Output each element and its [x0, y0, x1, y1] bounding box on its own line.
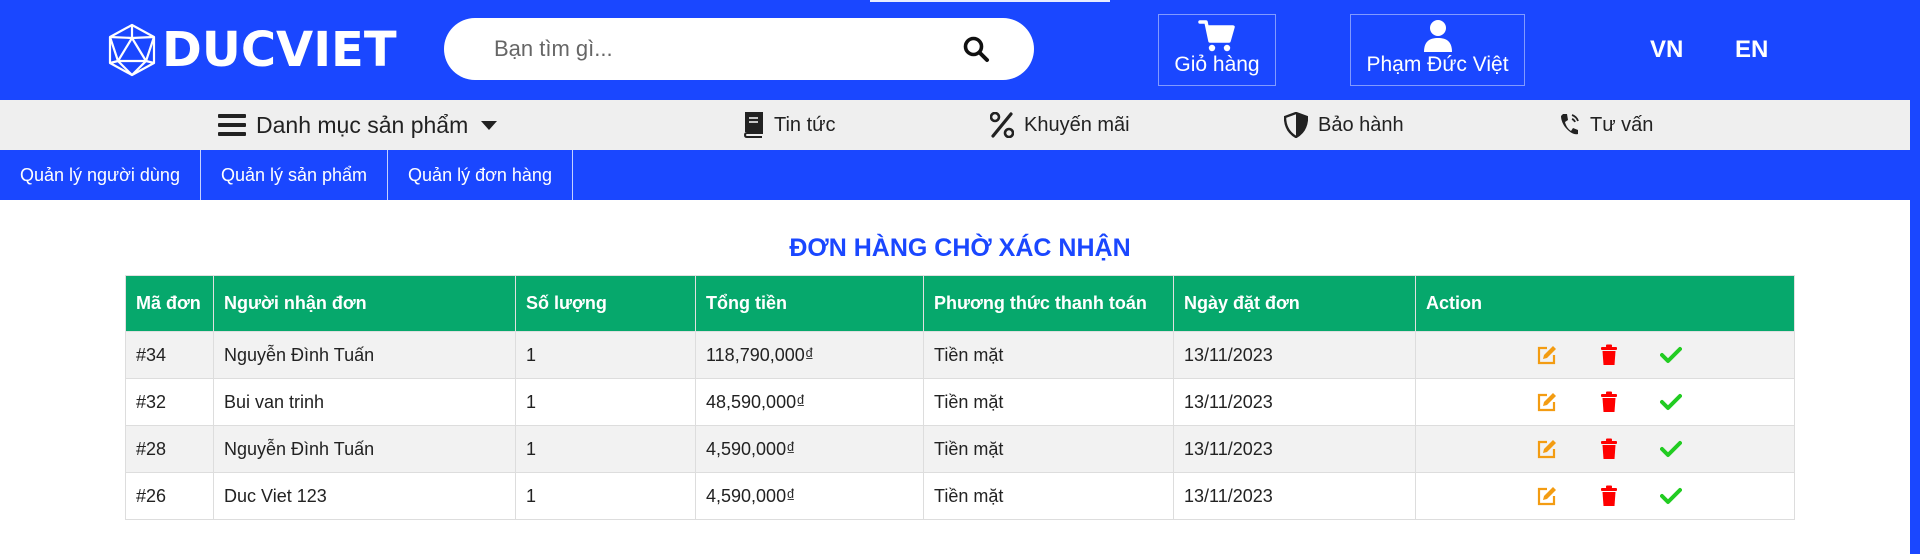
order-id-cell: #34: [125, 331, 214, 379]
receiver-cell: Bui van trinh: [213, 378, 516, 426]
edit-icon[interactable]: [1536, 438, 1558, 460]
payment-cell: Tiền mặt: [923, 425, 1174, 473]
total-cell: 118,790,000₫: [695, 331, 924, 379]
cart-label: Giỏ hàng: [1174, 53, 1260, 76]
cart-button[interactable]: Giỏ hàng: [1158, 14, 1276, 86]
search-box: [444, 18, 1034, 80]
tab-order-management[interactable]: Quản lý đơn hàng: [388, 150, 573, 200]
lang-en-button[interactable]: EN: [1735, 36, 1768, 64]
column-header-order-id: Mã đơn: [125, 275, 214, 332]
check-icon[interactable]: [1660, 438, 1682, 460]
logo-icosahedron-icon: [108, 23, 156, 77]
nav-promotions-label: Khuyến mãi: [1024, 113, 1130, 136]
payment-cell: Tiền mặt: [923, 331, 1174, 379]
nav-consulting-label: Tư vấn: [1590, 113, 1654, 136]
action-group: [1426, 485, 1784, 507]
user-icon: [1423, 20, 1452, 52]
column-header-quantity: Số lượng: [515, 275, 696, 332]
total-cell: 4,590,000₫: [695, 425, 924, 473]
column-header-date: Ngày đặt đơn: [1173, 275, 1416, 332]
column-header-action: Action: [1415, 275, 1795, 332]
table-header-row: Mã đơn Người nhận đơn Số lượng Tổng tiền…: [125, 275, 1795, 332]
edit-icon[interactable]: [1536, 391, 1558, 413]
caret-down-icon: [481, 121, 498, 130]
trash-icon[interactable]: [1598, 438, 1620, 460]
check-icon[interactable]: [1660, 485, 1682, 507]
quantity-cell: 1: [515, 472, 696, 520]
lang-vn-button[interactable]: VN: [1650, 36, 1683, 64]
edit-icon[interactable]: [1536, 344, 1558, 366]
scrollbar[interactable]: [1910, 0, 1920, 554]
shield-icon: [1284, 112, 1308, 138]
category-menu-button[interactable]: Danh mục sản phẩm: [218, 100, 498, 150]
date-cell: 13/11/2023: [1173, 425, 1416, 473]
date-cell: 13/11/2023: [1173, 378, 1416, 426]
book-icon: [743, 112, 763, 138]
nav-consulting[interactable]: Tư vấn: [1558, 100, 1653, 150]
phone-icon: [1561, 114, 1579, 135]
nav-news[interactable]: Tin tức: [742, 100, 836, 150]
column-header-total: Tổng tiền: [695, 275, 924, 332]
quantity-cell: 1: [515, 425, 696, 473]
trash-icon[interactable]: [1598, 391, 1620, 413]
category-menu-label: Danh mục sản phẩm: [256, 111, 469, 138]
receiver-cell: Duc Viet 123: [213, 472, 516, 520]
top-header: DUCVIET Giỏ hàng Phạm Đức Việt VN EN: [0, 0, 1920, 100]
nav-news-label: Tin tức: [774, 113, 836, 136]
nav-warranty-label: Bảo hành: [1318, 113, 1404, 136]
order-id-cell: #26: [125, 472, 214, 520]
table-row: #28 Nguyễn Đình Tuấn 1 4,590,000₫ Tiền mặt 13…: [125, 425, 1795, 473]
logo-text: DUCVIET: [162, 22, 397, 78]
total-cell: 48,590,000₫: [695, 378, 924, 426]
date-cell: 13/11/2023: [1173, 331, 1416, 379]
column-header-receiver: Người nhận đơn: [213, 275, 516, 332]
action-cell: [1415, 425, 1795, 473]
table-row: #34 Nguyễn Đình Tuấn 1 118,790,000₫ Tiền mặt…: [125, 331, 1795, 379]
orders-table: Mã đơn Người nhận đơn Số lượng Tổng tiền…: [125, 275, 1795, 520]
table-row: #26 Duc Viet 123 1 4,590,000₫ Tiền mặt 13/11/…: [125, 472, 1795, 520]
edit-icon[interactable]: [1536, 485, 1558, 507]
total-cell: 4,590,000₫: [695, 472, 924, 520]
check-icon[interactable]: [1660, 391, 1682, 413]
action-group: [1426, 344, 1784, 366]
search-icon[interactable]: [962, 35, 990, 63]
receiver-cell: Nguyễn Đình Tuấn: [213, 425, 516, 473]
tab-user-management[interactable]: Quản lý người dùng: [0, 150, 201, 200]
percent-icon: [990, 112, 1014, 138]
payment-cell: Tiền mặt: [923, 378, 1174, 426]
table-row: #32 Bui van trinh 1 48,590,000₫ Tiền mặt 13/1…: [125, 378, 1795, 426]
action-group: [1426, 438, 1784, 460]
trash-icon[interactable]: [1598, 485, 1620, 507]
user-name: Phạm Đức Việt: [1366, 53, 1509, 76]
category-nav: Danh mục sản phẩm Tin tức Khuyến mãi Bảo…: [0, 100, 1910, 150]
hamburger-icon: [218, 114, 246, 136]
check-icon[interactable]: [1660, 344, 1682, 366]
tab-product-management[interactable]: Quản lý sản phẩm: [201, 150, 389, 200]
quantity-cell: 1: [515, 331, 696, 379]
top-strip: [870, 0, 1110, 2]
receiver-cell: Nguyễn Đình Tuấn: [213, 331, 516, 379]
user-account-button[interactable]: Phạm Đức Việt: [1350, 14, 1525, 86]
search-input[interactable]: [494, 18, 944, 80]
action-cell: [1415, 378, 1795, 426]
site-logo[interactable]: DUCVIET: [106, 22, 397, 78]
action-cell: [1415, 472, 1795, 520]
order-id-cell: #28: [125, 425, 214, 473]
column-header-payment: Phương thức thanh toán: [923, 275, 1174, 332]
payment-cell: Tiền mặt: [923, 472, 1174, 520]
date-cell: 13/11/2023: [1173, 472, 1416, 520]
action-group: [1426, 391, 1784, 413]
order-id-cell: #32: [125, 378, 214, 426]
quantity-cell: 1: [515, 378, 696, 426]
cart-icon: [1198, 20, 1235, 52]
action-cell: [1415, 331, 1795, 379]
page-title: ĐƠN HÀNG CHỜ XÁC NHẬN: [789, 234, 1131, 262]
nav-promotions[interactable]: Khuyến mãi: [990, 100, 1130, 150]
nav-warranty[interactable]: Bảo hành: [1284, 100, 1404, 150]
trash-icon[interactable]: [1598, 344, 1620, 366]
admin-nav: Quản lý người dùng Quản lý sản phẩm Quản…: [0, 150, 1910, 200]
